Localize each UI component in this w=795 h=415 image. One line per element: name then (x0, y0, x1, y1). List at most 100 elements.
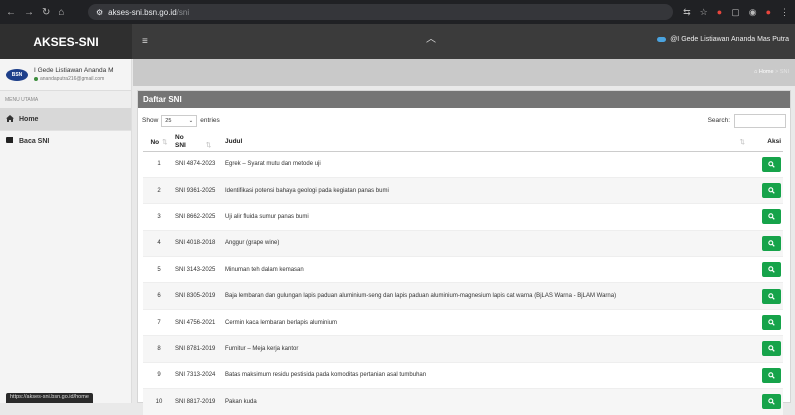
forward-icon[interactable]: → (24, 7, 34, 18)
cell-aksi (749, 257, 783, 283)
app-header: AKSES-SNI ≡ ︿ @I Gede Listiawan Ananda M… (0, 24, 795, 59)
sidebar-item-home[interactable]: Home (0, 108, 131, 130)
entries-label: entries (200, 117, 220, 124)
breadcrumb-separator: > (775, 69, 778, 75)
sidebar: BSN I Gede Listiawan Ananda M anandaputr… (0, 59, 132, 403)
view-sni-button[interactable] (762, 368, 781, 383)
table-controls: Show 25 ⌄ entries Search: (138, 108, 790, 133)
extension-icon[interactable]: ● (717, 7, 722, 17)
cell-no-sni: SNI 4756-2021 (175, 309, 221, 335)
sidebar-item-label: Baca SNI (19, 138, 49, 145)
panel-title: Daftar SNI (138, 91, 790, 108)
user-menu[interactable]: @I Gede Listiawan Ananda Mas Putra (657, 36, 789, 43)
col-no-label: No (150, 139, 159, 146)
breadcrumb-home[interactable]: Home (759, 69, 774, 75)
cell-no: 10 (143, 389, 175, 415)
cell-judul: Baja lembaran dan gulungan lapis paduan … (221, 283, 749, 309)
browser-tools: ⇆ ☆ ● ▢ ◉ ● ⋮ (683, 7, 789, 18)
star-icon[interactable]: ☆ (700, 7, 708, 18)
cell-no: 1 (143, 151, 175, 177)
profile-icon[interactable]: ◉ (749, 7, 757, 18)
cell-no: 4 (143, 230, 175, 256)
content-header: ⌂ Home > SNI (133, 59, 795, 86)
view-sni-button[interactable] (762, 236, 781, 251)
hamburger-icon[interactable]: ≡ (142, 36, 148, 47)
user-avatar-icon (657, 37, 666, 42)
search-icon (768, 345, 775, 352)
col-judul[interactable]: Judul ⇅ (221, 133, 749, 151)
view-sni-button[interactable] (762, 289, 781, 304)
view-sni-button[interactable] (762, 315, 781, 330)
home-crumb-icon: ⌂ (754, 69, 757, 75)
profile-email-row: anandaputra216@gmail.com (34, 76, 130, 82)
view-sni-button[interactable] (762, 262, 781, 277)
logo-text: BSN (12, 72, 23, 78)
cell-judul: Uji alir fluida sumur panas bumi (221, 204, 749, 230)
sni-table: No⇅ No SNI⇅ Judul⇅ Aksi 1SNI 4874-2023Eg… (143, 133, 783, 415)
sni-list-panel: Daftar SNI Show 25 ⌄ entries Search: No⇅… (137, 90, 791, 403)
cell-no-sni: SNI 4018-2018 (175, 230, 221, 256)
search-input[interactable] (734, 114, 786, 128)
chevron-up-icon[interactable]: ︿ (426, 30, 436, 45)
view-sni-button[interactable] (762, 157, 781, 172)
status-bar-link: https://akses-sni.bsn.go.id/home (6, 393, 93, 403)
sort-icon: ⇅ (206, 142, 211, 149)
cell-aksi (749, 336, 783, 362)
search-box: Search: (708, 114, 786, 128)
app-title[interactable]: AKSES-SNI (0, 24, 132, 59)
home-browser-icon[interactable]: ⌂ (58, 7, 64, 18)
table-row: 5SNI 3143-2025Minuman teh dalam kemasan (143, 257, 783, 283)
url-path: /sni (177, 8, 189, 17)
cell-no: 2 (143, 177, 175, 203)
bsn-logo: BSN (6, 69, 28, 81)
address-bar[interactable]: ⚙ akses-sni.bsn.go.id/sni (88, 4, 673, 20)
entries-value: 25 (165, 118, 171, 124)
search-icon (768, 161, 775, 168)
view-sni-button[interactable] (762, 394, 781, 409)
cell-aksi (749, 309, 783, 335)
col-no-sni[interactable]: No SNI⇅ (175, 133, 221, 151)
cell-judul: Pakan kuda (221, 389, 749, 415)
search-icon (768, 293, 775, 300)
menu-header: MENU UTAMA (0, 91, 131, 108)
profile-name: I Gede Listiawan Ananda M (34, 67, 130, 74)
cell-judul: Cermin kaca lembaran berlapis aluminium (221, 309, 749, 335)
translate-icon[interactable]: ⇆ (683, 7, 691, 18)
search-icon (768, 266, 775, 273)
browser-nav: ← → ↻ ⌂ (6, 7, 86, 18)
cell-judul: Minuman teh dalam kemasan (221, 257, 749, 283)
cell-no-sni: SNI 9361-2025 (175, 177, 221, 203)
chevron-down-icon: ⌄ (189, 118, 194, 124)
col-judul-label: Judul (225, 138, 242, 145)
search-icon (768, 372, 775, 379)
table-row: 6SNI 8305-2019Baja lembaran dan gulungan… (143, 283, 783, 309)
back-icon[interactable]: ← (6, 7, 16, 18)
cell-aksi (749, 177, 783, 203)
search-icon (768, 240, 775, 247)
breadcrumb: ⌂ Home > SNI (754, 69, 789, 75)
account-icon[interactable]: ● (766, 7, 771, 17)
view-sni-button[interactable] (762, 209, 781, 224)
book-icon (6, 137, 14, 146)
view-sni-button[interactable] (762, 341, 781, 356)
table-row: 9SNI 7313-2024Batas maksimum residu pest… (143, 362, 783, 388)
sidepanel-icon[interactable]: ▢ (731, 7, 740, 18)
entries-select[interactable]: 25 ⌄ (161, 115, 197, 127)
col-aksi: Aksi (749, 133, 783, 151)
cell-no-sni: SNI 3143-2025 (175, 257, 221, 283)
search-icon (768, 213, 775, 220)
sidebar-item-baca-sni[interactable]: Baca SNI (0, 130, 131, 152)
site-info-icon[interactable]: ⚙ (96, 8, 103, 17)
reload-icon[interactable]: ↻ (42, 7, 50, 18)
cell-aksi (749, 283, 783, 309)
view-sni-button[interactable] (762, 183, 781, 198)
col-no[interactable]: No⇅ (143, 133, 175, 151)
col-aksi-label: Aksi (767, 138, 781, 145)
profile-email: anandaputra216@gmail.com (40, 76, 104, 82)
online-status-icon (34, 77, 38, 81)
table-row: 3SNI 8662-2025Uji alir fluida sumur pana… (143, 204, 783, 230)
table-row: 4SNI 4018-2018Anggur (grape wine) (143, 230, 783, 256)
table-header-row: No⇅ No SNI⇅ Judul⇅ Aksi (143, 133, 783, 151)
sort-icon: ⇅ (740, 138, 745, 146)
menu-dots-icon[interactable]: ⋮ (780, 7, 789, 18)
